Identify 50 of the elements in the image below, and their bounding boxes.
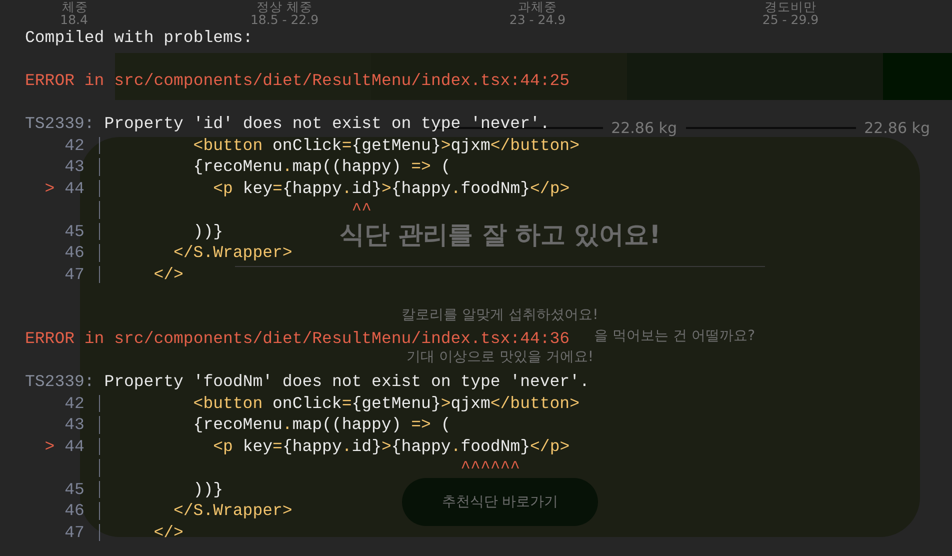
line-number: 45 (64, 220, 84, 242)
code-line: ))} (192, 220, 223, 242)
line-number: 44 (64, 178, 84, 199)
line-pointer: > (44, 178, 55, 199)
bmi-category-label: 과체중 (518, 0, 557, 13)
bmi-category-label: 경도비만 (764, 0, 816, 13)
code-line: </S.Wrapper> (172, 242, 292, 264)
bmi-range-text: 18.5 - 22.9 (250, 13, 319, 26)
code-line: </> (152, 522, 184, 543)
bmi-category-label: 정상 체중 (256, 0, 312, 13)
weight-text: 22.86 kg (864, 119, 930, 137)
weight-text: 22.86 kg (611, 119, 677, 137)
message-text: 을 먹어보는 건 어떨까요? (594, 327, 755, 346)
overlay-heading: Compiled with problems: (25, 27, 253, 48)
recommended-diet-button[interactable]: 추천식단 바로가기 (402, 478, 598, 526)
code-line: ))} (192, 478, 223, 500)
error-message: Property 'foodNm' does not exist on type 'never'. (104, 371, 590, 392)
line-number: 42 (64, 392, 84, 414)
line-number: 47 (64, 522, 84, 543)
error-location: ERROR in src/components/diet/ResultMenu/index.tsx:44:25 (25, 70, 570, 92)
error-location: ERROR in src/components/diet/ResultMenu/index.tsx:44:36 (25, 328, 570, 350)
line-number: 45 (64, 478, 84, 500)
line-number: 47 (64, 264, 84, 285)
code-line: <button onClick={getMenu}>qjxm</button> (192, 134, 580, 156)
bmi-category-label: 체중 (62, 0, 88, 13)
card-title: 식단 관리를 잘 하고 있어요! (339, 219, 661, 251)
code-line: <p key={happy.id}>{happy.foodNm}</p> (212, 178, 570, 199)
error-code: TS2339: (25, 113, 94, 134)
code-line: </> (152, 264, 184, 285)
line-number: 43 (64, 414, 84, 436)
line-number: 42 (64, 134, 84, 156)
line-number: 43 (64, 156, 84, 178)
message-text: 칼로리를 알맞게 섭취하셨어요! (402, 306, 598, 325)
error-message: Property 'id' does not exist on type 'never'. (104, 113, 550, 134)
code-line: {recoMenu.map((happy) => ( (192, 156, 451, 178)
error-code: TS2339: (25, 371, 94, 392)
code-line: <button onClick={getMenu}>qjxm</button> (192, 392, 580, 414)
line-number: 46 (64, 242, 84, 264)
code-line: </S.Wrapper> (172, 500, 292, 522)
error-caret: ^^ (350, 199, 372, 220)
code-line: {recoMenu.map((happy) => ( (192, 414, 451, 436)
error-caret: ^^^^^^ (460, 457, 520, 478)
bmi-range-text: 18.4 (60, 13, 88, 26)
bmi-range-text: 23 - 24.9 (509, 13, 566, 26)
line-number: 44 (64, 436, 84, 457)
line-pointer: > (44, 436, 55, 457)
message-text: 기대 이상으로 맛있을 거에요! (406, 348, 594, 367)
code-line: <p key={happy.id}>{happy.foodNm}</p> (212, 436, 570, 457)
line-number: 46 (64, 500, 84, 522)
bmi-range-text: 25 - 29.9 (762, 13, 819, 26)
